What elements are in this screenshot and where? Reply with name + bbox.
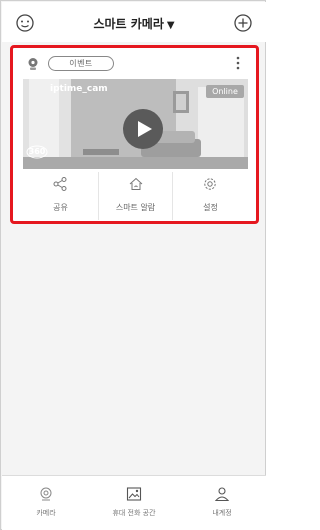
share-icon: [53, 177, 67, 191]
nav-camera-label: 카메라: [36, 509, 56, 517]
share-button[interactable]: 공유: [23, 172, 98, 220]
bottom-nav: 카메라 휴대 전화 공간 내계정: [2, 475, 266, 530]
app-frame: 스마트 카메라 ▼ 이벤트 iptime_cam Online 360 공유 스…: [0, 0, 266, 530]
page-title[interactable]: 스마트 카메라 ▼: [2, 15, 266, 32]
nav-my-account-label: 내계정: [212, 509, 232, 517]
camera-actions: 공유 스마트 알람 설정: [23, 172, 248, 220]
gallery-icon: [126, 487, 142, 501]
camera-preview[interactable]: iptime_cam Online 360: [23, 79, 248, 169]
camera-device-icon: [28, 58, 38, 70]
add-circle-icon[interactable]: [233, 13, 253, 33]
panorama-label: 360: [28, 147, 46, 156]
status-badge: Online: [206, 85, 244, 98]
smart-alarm-button[interactable]: 스마트 알람: [98, 172, 173, 220]
smart-alarm-label: 스마트 알람: [115, 203, 156, 212]
dropdown-caret-icon: ▼: [166, 20, 175, 31]
event-button[interactable]: 이벤트: [48, 56, 114, 71]
camera-icon: [40, 487, 52, 501]
panorama-360-icon[interactable]: 360: [25, 141, 49, 163]
top-bar: 스마트 카메라 ▼: [2, 2, 266, 42]
camera-card: 이벤트 iptime_cam Online 360 공유 스마트 알람 설정: [10, 45, 259, 224]
nav-phone-space-label: 휴대 전화 공간: [112, 509, 156, 517]
account-icon: [214, 487, 230, 502]
camera-name-label: iptime_cam: [50, 84, 108, 94]
share-label: 공유: [53, 203, 68, 212]
settings-button[interactable]: 설정: [173, 172, 248, 220]
camera-card-header: 이벤트: [13, 48, 256, 80]
nav-camera[interactable]: 카메라: [2, 476, 90, 530]
page-title-text: 스마트 카메라: [93, 17, 164, 31]
nav-phone-space[interactable]: 휴대 전화 공간: [90, 476, 178, 530]
home-alarm-icon: [129, 177, 143, 190]
settings-label: 설정: [203, 203, 218, 212]
nav-my-account[interactable]: 내계정: [178, 476, 266, 530]
settings-gear-icon: [204, 178, 216, 190]
play-icon[interactable]: [123, 109, 163, 149]
more-options-icon[interactable]: [236, 56, 240, 70]
